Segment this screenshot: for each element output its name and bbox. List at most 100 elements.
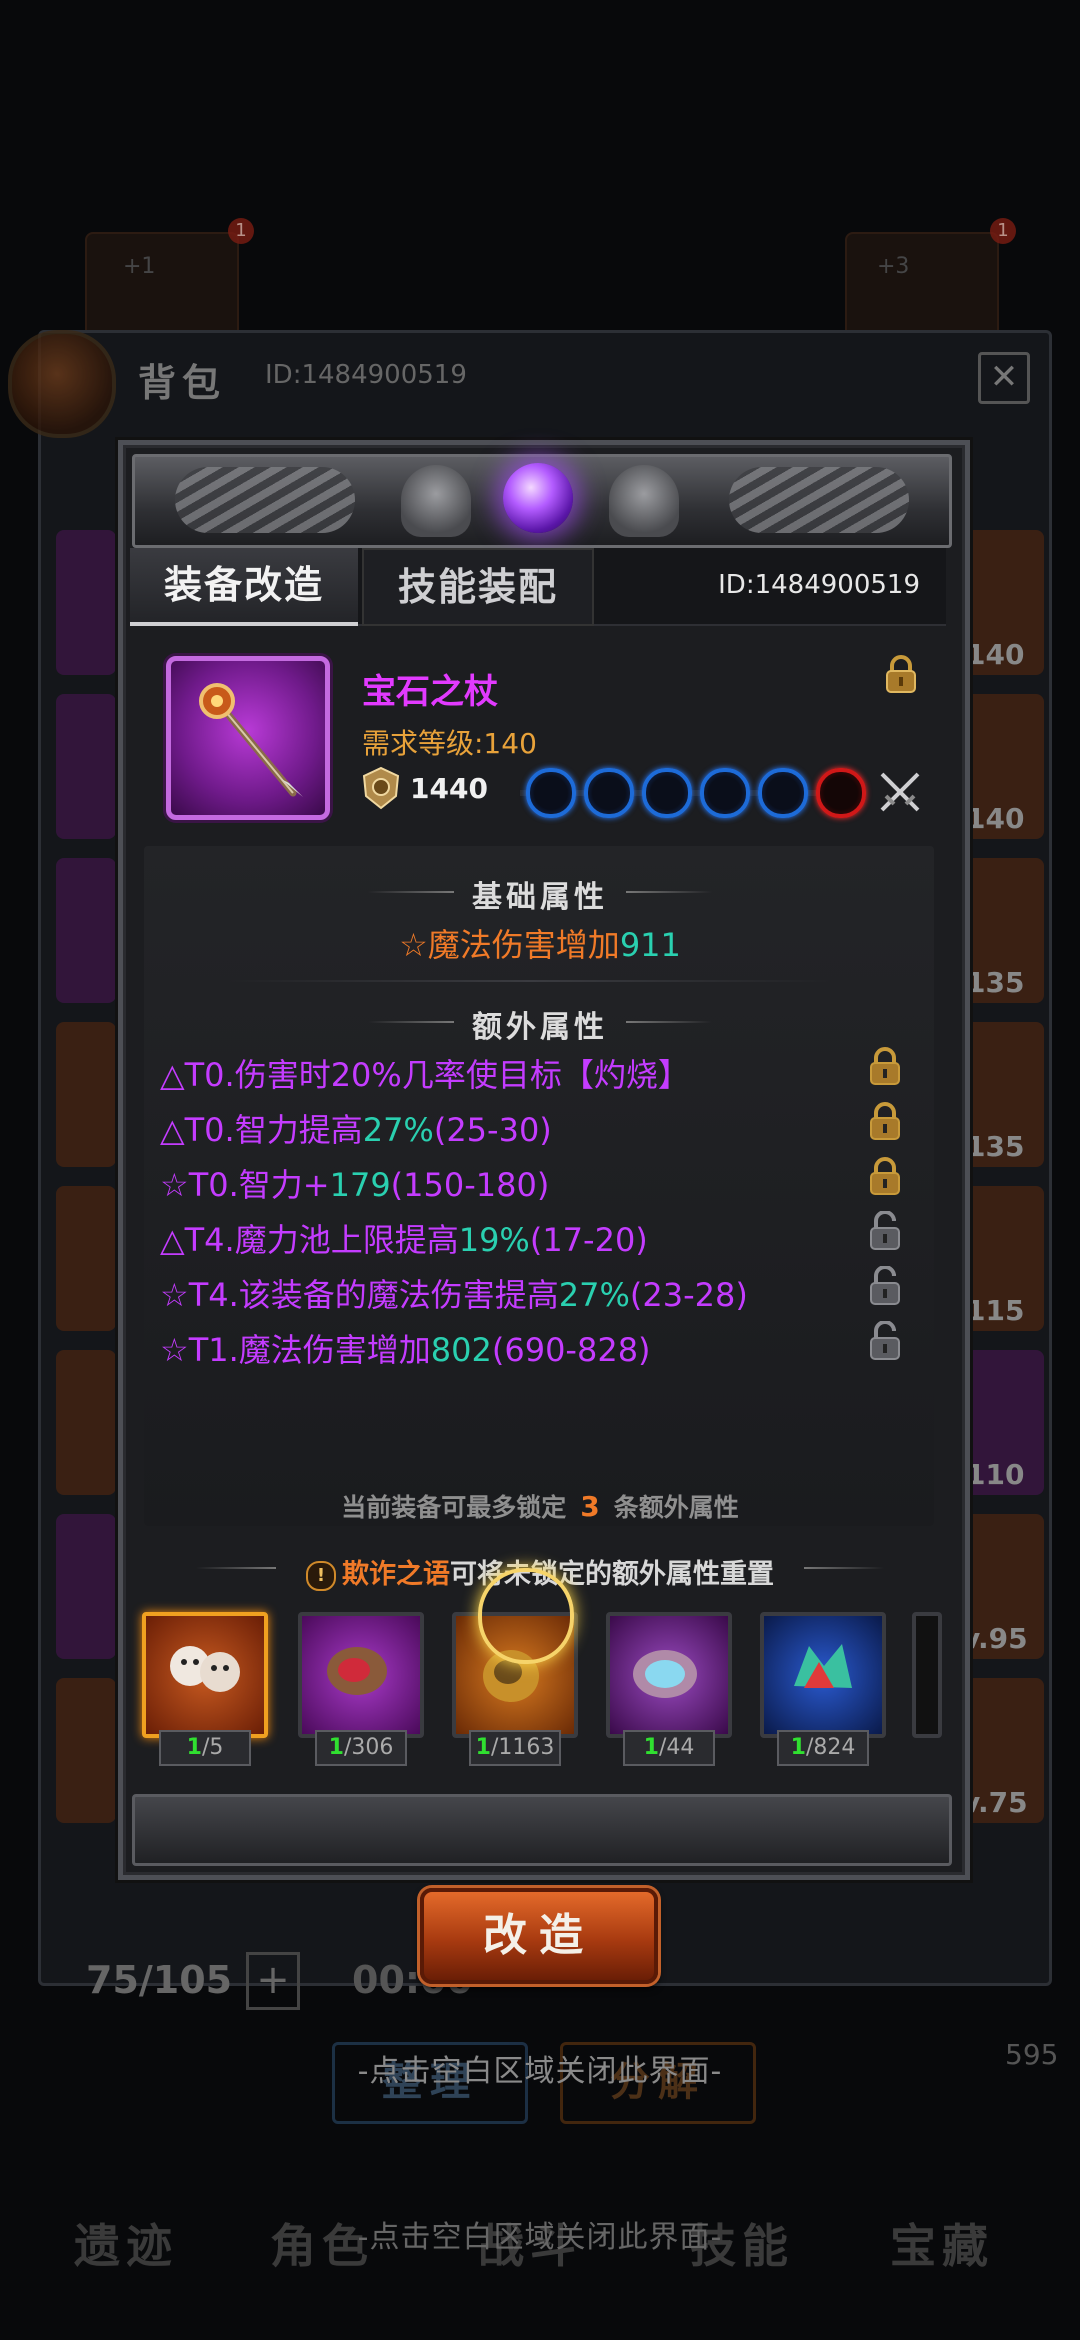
item-name: 宝石之杖 bbox=[362, 672, 498, 712]
attr-text: △T0.智力提高 bbox=[160, 1111, 363, 1149]
base-attr-row: ☆魔法伤害增加911 bbox=[0, 920, 1080, 966]
locked-icon[interactable] bbox=[868, 1046, 902, 1086]
base-attr-label: ☆魔法伤害增加 bbox=[399, 926, 620, 964]
gem-cluster-icon bbox=[764, 1616, 882, 1730]
extra-attr-row: △T4.魔力池上限提高19%(17-20) bbox=[160, 1215, 648, 1261]
bg-cell-level: 135 bbox=[966, 966, 1025, 999]
material-slot[interactable] bbox=[606, 1612, 732, 1738]
material-slot[interactable] bbox=[298, 1612, 424, 1738]
socket-slot[interactable] bbox=[584, 768, 634, 818]
extra-attr-row: △T0.智力提高27%(25-30) bbox=[160, 1105, 552, 1151]
lock-note-text: 当前装备可最多锁定 bbox=[341, 1493, 567, 1522]
bg-cell-level: v.95 bbox=[962, 1622, 1028, 1655]
bg-capacity: 75/105 bbox=[86, 1958, 233, 2002]
material-count: 1/5 bbox=[159, 1730, 251, 1766]
bg-inventory-cell bbox=[56, 1186, 116, 1331]
unlocked-icon[interactable] bbox=[868, 1266, 902, 1306]
extra-attr-title: 额外属性 bbox=[472, 1010, 608, 1045]
extra-attr-row: ☆T4.该装备的魔法伤害提高27%(23-28) bbox=[160, 1270, 748, 1316]
masks-icon bbox=[146, 1616, 264, 1730]
material-count-total: /1163 bbox=[490, 1735, 555, 1760]
modify-button[interactable]: 改造 bbox=[420, 1888, 658, 1984]
locked-icon[interactable] bbox=[868, 1156, 902, 1196]
extra-attr-row: ☆T1.魔法伤害增加802(690-828) bbox=[160, 1325, 651, 1371]
ornament-wing-right bbox=[729, 467, 909, 533]
bg-badge: 1 bbox=[228, 218, 254, 244]
material-count-total: /44 bbox=[658, 1735, 695, 1760]
socket-slot[interactable] bbox=[642, 768, 692, 818]
item-icon-slot[interactable] bbox=[166, 656, 330, 820]
bg-badge: 1 bbox=[990, 218, 1016, 244]
attr-value: 27% bbox=[558, 1276, 630, 1314]
section-divider bbox=[230, 980, 830, 982]
socket-slot[interactable] bbox=[526, 768, 576, 818]
material-slot[interactable] bbox=[760, 1612, 886, 1738]
bg-cell-level: 110 bbox=[966, 1458, 1025, 1491]
material-count-total: /824 bbox=[805, 1735, 856, 1760]
material-slot[interactable] bbox=[142, 1612, 268, 1738]
close-hint[interactable]: -点击空白区域关闭此界面- bbox=[0, 2046, 1080, 2090]
item-lock-icon[interactable] bbox=[884, 654, 918, 694]
crystal-geode-icon bbox=[610, 1616, 728, 1730]
item-required-level: 需求等级:140 bbox=[362, 727, 537, 760]
attr-value: 19% bbox=[458, 1221, 530, 1259]
material-count-current: 1 bbox=[790, 1735, 806, 1760]
material-count: 1/44 bbox=[623, 1730, 715, 1766]
socket-slot-red[interactable] bbox=[816, 768, 866, 818]
attr-range: (690-828) bbox=[491, 1331, 651, 1369]
attr-value: 27% bbox=[362, 1111, 434, 1149]
bg-inventory-cell bbox=[56, 1678, 116, 1823]
player-id: ID:1484900519 bbox=[718, 570, 920, 600]
extra-attr-row: ☆T0.智力+179(150-180) bbox=[160, 1160, 549, 1206]
attr-text: ☆T1.魔法伤害增加 bbox=[160, 1331, 431, 1369]
locked-icon[interactable] bbox=[868, 1101, 902, 1141]
bg-inventory-cell bbox=[56, 694, 116, 839]
attr-value: 179 bbox=[329, 1166, 391, 1204]
extra-attr-row: △T0.伤害时20%几率使目标【灼烧】 bbox=[160, 1050, 690, 1096]
lock-note-count: 3 bbox=[580, 1490, 600, 1523]
bg-inventory-cell bbox=[56, 530, 116, 675]
bg-bag-icon bbox=[8, 330, 116, 438]
bg-inventory-cell bbox=[56, 1350, 116, 1495]
attr-range: (17-20) bbox=[529, 1221, 648, 1259]
attr-text: ☆T0.智力+ bbox=[160, 1166, 330, 1204]
material-slot-partial[interactable] bbox=[912, 1612, 942, 1738]
bg-cell-level: 140 bbox=[966, 802, 1025, 835]
socket-slot[interactable] bbox=[700, 768, 750, 818]
attr-text: △T4.魔力池上限提高 bbox=[160, 1221, 459, 1259]
socket-slot[interactable] bbox=[758, 768, 808, 818]
ornament-wing-left bbox=[175, 467, 355, 533]
material-count-total: /5 bbox=[201, 1735, 224, 1760]
crossed-swords-icon[interactable] bbox=[876, 768, 924, 816]
tab-equipment-modify[interactable]: 装备改造 bbox=[130, 548, 358, 626]
material-count: 1/306 bbox=[315, 1730, 407, 1766]
bg-top-slot-right: +3 bbox=[845, 232, 999, 346]
bg-close-icon[interactable]: ✕ bbox=[978, 352, 1030, 404]
tab-strip: 装备改造 技能装配 ID:1484900519 bbox=[130, 548, 950, 626]
attr-text: △T0.伤害时20%几率使目标【灼烧】 bbox=[160, 1056, 690, 1094]
attr-range: (25-30) bbox=[433, 1111, 552, 1149]
item-power: 1440 bbox=[410, 772, 488, 805]
bg-cell-level: 135 bbox=[966, 1130, 1025, 1163]
tab-skill-assign[interactable]: 技能装配 bbox=[362, 548, 594, 626]
bg-slot-text: +1 bbox=[123, 254, 156, 279]
lock-limit-note: 当前装备可最多锁定 3 条额外属性 bbox=[0, 1488, 1080, 1524]
material-count: 1/1163 bbox=[469, 1730, 561, 1766]
footer-ornament bbox=[132, 1794, 952, 1866]
material-count-current: 1 bbox=[475, 1735, 491, 1760]
base-attr-value: 911 bbox=[619, 926, 681, 964]
power-badge-icon bbox=[362, 766, 400, 810]
bg-expand-button[interactable]: + bbox=[246, 1952, 300, 2010]
material-name: 欺诈之语 bbox=[342, 1559, 450, 1590]
bg-slot-text: +3 bbox=[877, 254, 910, 279]
ornament-skull-right bbox=[609, 465, 679, 537]
ornament-skull-left bbox=[401, 465, 471, 537]
close-hint-bottom[interactable]: -点击空白区域关闭此界面- bbox=[0, 2212, 1080, 2256]
unlocked-icon[interactable] bbox=[868, 1211, 902, 1251]
bg-cell-level: 140 bbox=[966, 638, 1025, 671]
attr-text: ☆T4.该装备的魔法伤害提高 bbox=[160, 1276, 559, 1314]
material-count-current: 1 bbox=[643, 1735, 659, 1760]
lock-note-text: 条额外属性 bbox=[613, 1493, 739, 1522]
base-attr-title: 基础属性 bbox=[472, 880, 608, 915]
unlocked-icon[interactable] bbox=[868, 1321, 902, 1361]
